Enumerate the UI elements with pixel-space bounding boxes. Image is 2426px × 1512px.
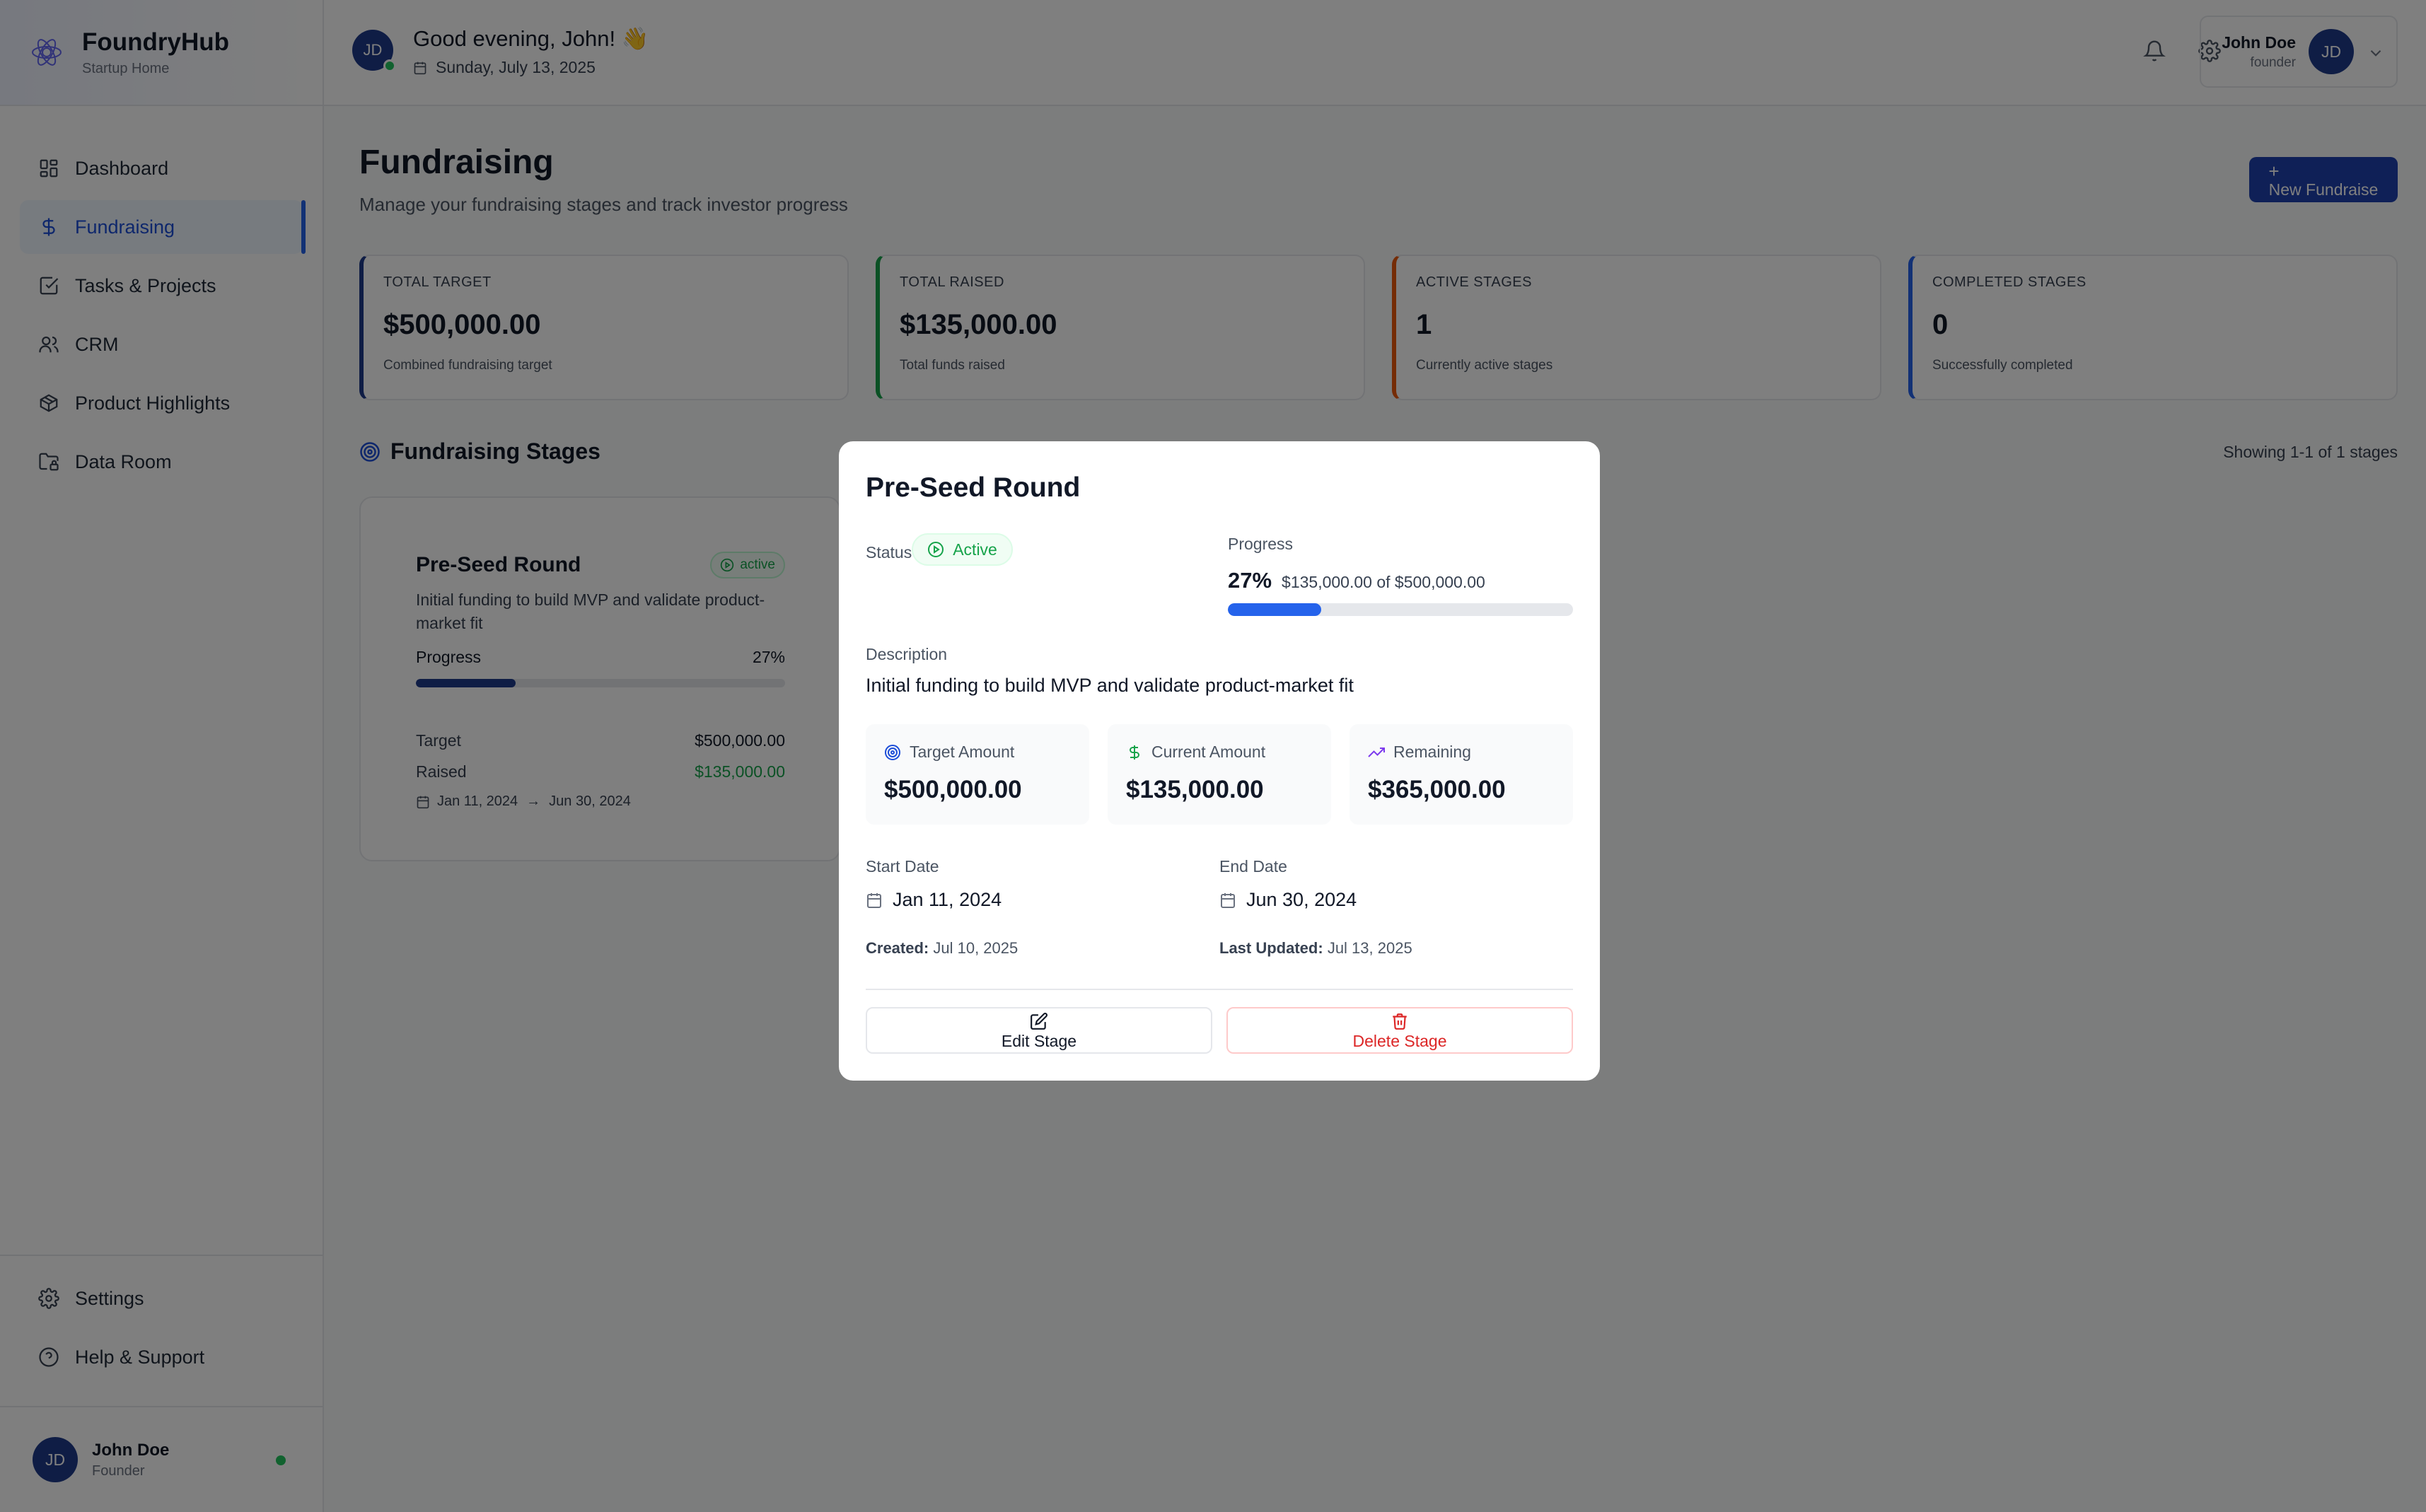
divider: [866, 989, 1573, 990]
close-icon[interactable]: [1552, 478, 1573, 499]
target-amount-card: Target Amount $500,000.00: [866, 724, 1089, 825]
progress-label: Progress: [1228, 535, 1294, 553]
amount-cards: Target Amount $500,000.00 Current Amount…: [866, 724, 1573, 825]
progress-bar: [1228, 603, 1573, 616]
current-amount-card: Current Amount $135,000.00: [1108, 724, 1331, 825]
modal-title: Pre-Seed Round: [866, 472, 1081, 503]
delete-stage-button[interactable]: Delete Stage: [1226, 1007, 1573, 1054]
progress-bar-fill: [1228, 603, 1321, 616]
card-value: $135,000.00: [1126, 776, 1264, 803]
start-date-label: Start Date: [866, 857, 939, 876]
updated-value: Jul 13, 2025: [1327, 939, 1412, 957]
description-label: Description: [866, 645, 948, 663]
end-date-block: End Date Jun 30, 2024: [1219, 857, 1573, 911]
card-value: $500,000.00: [884, 776, 1022, 803]
status-badge-text: Active: [953, 540, 997, 559]
updated-label: Last Updated:: [1219, 939, 1323, 957]
start-date-value: Jan 11, 2024: [893, 889, 1002, 910]
start-date-block: Start Date Jan 11, 2024: [866, 857, 1219, 911]
remaining-amount-card: Remaining $365,000.00: [1350, 724, 1573, 825]
stage-detail-modal: Pre-Seed Round Status Active Progress 27…: [839, 441, 1600, 1081]
status-label: Status: [866, 542, 912, 562]
delete-stage-label: Delete Stage: [1352, 1031, 1447, 1050]
modal-dates: Start Date Jan 11, 2024 End Date Jun 30,…: [866, 857, 1573, 911]
updated-meta: Last Updated: Jul 13, 2025: [1219, 939, 1573, 958]
progress-amounts: $135,000.00 of $500,000.00: [1282, 573, 1485, 591]
card-value: $365,000.00: [1368, 776, 1506, 803]
trash-icon: [1393, 1013, 1407, 1030]
status-badge: Active: [912, 533, 1013, 566]
created-value: Jul 10, 2025: [933, 939, 1018, 957]
modal-progress: Progress 27% $135,000.00 of $500,000.00: [1228, 535, 1573, 616]
created-label: Created:: [866, 939, 929, 957]
card-label: Remaining: [1393, 743, 1471, 761]
card-label: Current Amount: [1151, 743, 1266, 761]
edit-icon: [1031, 1012, 1047, 1030]
target-icon: [885, 744, 900, 760]
edit-stage-label: Edit Stage: [1001, 1031, 1077, 1050]
calendar-icon: [867, 892, 881, 908]
dollar-icon: [1130, 745, 1139, 760]
end-date-value: Jun 30, 2024: [1246, 889, 1357, 910]
modal-meta: Created: Jul 10, 2025 Last Updated: Jul …: [866, 939, 1573, 958]
end-date-label: End Date: [1219, 857, 1287, 876]
card-label: Target Amount: [910, 743, 1015, 761]
play-circle-icon: [928, 542, 944, 557]
progress-percent: 27%: [1228, 568, 1272, 593]
calendar-icon: [1221, 892, 1235, 908]
description-text: Initial funding to build MVP and validat…: [866, 675, 1354, 696]
trending-up-icon: [1368, 747, 1385, 757]
modal-status: Status Active: [866, 533, 1013, 566]
created-meta: Created: Jul 10, 2025: [866, 939, 1219, 958]
modal-actions: Edit Stage Delete Stage: [866, 1007, 1573, 1054]
edit-stage-button[interactable]: Edit Stage: [866, 1007, 1212, 1054]
